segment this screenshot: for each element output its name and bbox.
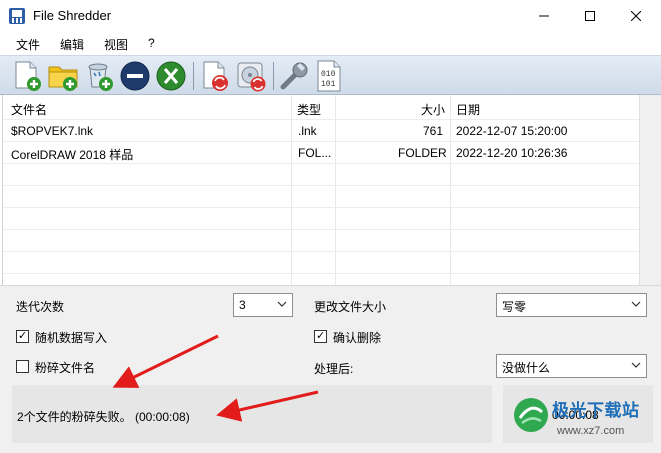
shred-names-label: 粉碎文件名 [35, 361, 96, 375]
row-name: $ROPVEK7.lnk [11, 124, 94, 138]
binary-text-bottom: 101 [321, 80, 336, 89]
minimize-button[interactable] [521, 0, 567, 31]
row-divider [3, 273, 640, 274]
status-message-panel: 2个文件的粉碎失败。 (00:00:08) [12, 385, 492, 443]
column-header-name[interactable]: 文件名 [11, 95, 47, 119]
maximize-icon [585, 10, 595, 21]
after-processing-label: 处理后: [314, 362, 354, 376]
row-divider [3, 185, 640, 186]
change-size-select[interactable]: 写零 [496, 293, 647, 317]
window-title: File Shredder [33, 8, 112, 23]
row-type: .lnk [298, 124, 317, 138]
row-divider [3, 141, 640, 142]
menu-bar: 文件 编辑 视图 ? [0, 31, 661, 55]
confirm-delete-label: 确认删除 [333, 331, 382, 345]
toolbar-separator [273, 62, 274, 90]
column-header-size[interactable]: 大小 [421, 95, 445, 119]
add-recycle-bin-icon[interactable] [82, 59, 116, 93]
row-divider [3, 163, 640, 164]
row-date: 2022-12-07 15:20:00 [456, 124, 568, 138]
column-header-type[interactable]: 类型 [297, 95, 321, 119]
row-name: CorelDRAW 2018 样品 [11, 148, 134, 162]
row-type: FOL... [298, 146, 332, 160]
clear-list-icon[interactable] [154, 59, 188, 93]
close-icon [631, 10, 641, 21]
row-size: FOLDER [398, 146, 447, 160]
minimize-icon [539, 15, 549, 16]
row-size: 761 [423, 124, 444, 138]
binary-file-icon[interactable]: 010 101 [313, 59, 347, 93]
chevron-down-icon [631, 362, 641, 368]
file-list[interactable]: 文件名 类型 大小 日期 $ROPVEK7.lnk .lnk 761 2022-… [2, 95, 640, 285]
menu-edit[interactable]: 编辑 [60, 36, 84, 53]
random-data-checkbox[interactable]: ✓ [16, 330, 29, 343]
menu-view[interactable]: 视图 [104, 36, 128, 53]
shred-disk-icon[interactable] [235, 59, 269, 93]
row-divider [3, 251, 640, 252]
column-header-date[interactable]: 日期 [456, 95, 480, 119]
menu-file[interactable]: 文件 [16, 36, 40, 53]
app-icon [9, 8, 25, 24]
after-processing-select[interactable]: 没做什么 [496, 354, 647, 378]
menu-help[interactable]: ? [148, 36, 155, 50]
chevron-down-icon [277, 301, 287, 307]
checkmark-icon: ✓ [18, 330, 28, 342]
iterations-select[interactable]: 3 [233, 293, 293, 317]
row-divider [3, 207, 640, 208]
row-divider [3, 229, 640, 230]
column-divider [450, 95, 451, 285]
after-processing-value: 没做什么 [502, 361, 551, 375]
column-divider [291, 95, 292, 285]
toolbar: 010 101 [0, 55, 661, 95]
iterations-value: 3 [239, 298, 246, 312]
watermark: 极光下载站 www.xz7.com [512, 392, 657, 448]
shred-files-icon[interactable] [199, 59, 233, 93]
vertical-scrollbar[interactable] [639, 95, 661, 285]
add-file-icon[interactable] [10, 59, 44, 93]
chevron-down-icon [631, 301, 641, 307]
change-size-value: 写零 [502, 300, 527, 314]
column-divider [335, 95, 336, 285]
watermark-url: www.xz7.com [557, 425, 625, 437]
add-folder-icon[interactable] [46, 59, 80, 93]
title-bar: File Shredder [0, 0, 661, 31]
shred-names-checkbox[interactable] [16, 360, 29, 373]
maximize-button[interactable] [567, 0, 613, 31]
change-size-label: 更改文件大小 [314, 300, 387, 314]
checkmark-icon: ✓ [316, 330, 326, 342]
toolbar-separator [193, 62, 194, 90]
settings-wrench-icon[interactable] [277, 59, 311, 93]
row-divider [3, 119, 640, 120]
iterations-label: 迭代次数 [16, 300, 65, 314]
remove-icon[interactable] [118, 59, 152, 93]
random-data-label: 随机数据写入 [35, 331, 108, 345]
binary-text-top: 010 [321, 70, 336, 79]
close-button[interactable] [613, 0, 659, 31]
confirm-delete-checkbox[interactable]: ✓ [314, 330, 327, 343]
row-date: 2022-12-20 10:26:36 [456, 146, 568, 160]
status-message: 2个文件的粉碎失败。 (00:00:08) [17, 410, 190, 424]
watermark-logo-icon [514, 398, 548, 432]
watermark-title: 极光下载站 [552, 401, 640, 420]
